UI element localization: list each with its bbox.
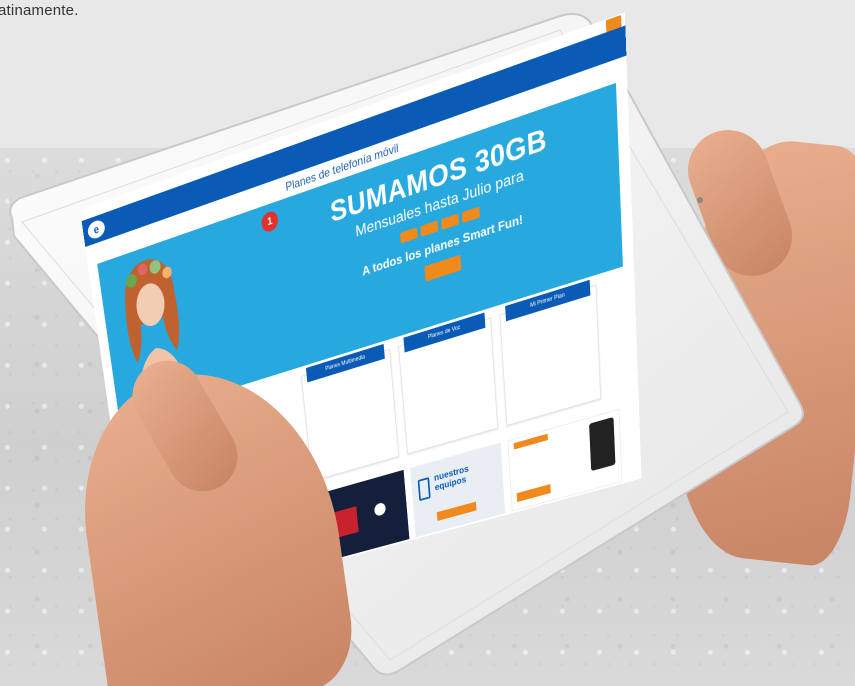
notification-badge: 1 <box>260 209 279 234</box>
plan-card[interactable]: Planes de Voz <box>398 312 499 455</box>
smartphone-image <box>589 416 616 472</box>
hero-cta-button[interactable] <box>424 254 462 282</box>
play-icon[interactable] <box>373 501 387 517</box>
plan-card[interactable]: Mi Primer Plan <box>499 279 602 426</box>
promo-equipment-button[interactable] <box>436 501 477 521</box>
phone-icon <box>417 477 431 502</box>
hero-chip <box>420 220 439 237</box>
promo-phone-button[interactable] <box>516 484 551 503</box>
site-logo[interactable]: e <box>86 218 106 241</box>
hero-chip <box>441 213 459 231</box>
hero-chip <box>400 227 419 244</box>
promo-tag <box>513 433 548 450</box>
promo-equipment-title: nuestros equipos <box>433 464 470 494</box>
camera-icon <box>697 197 703 203</box>
hero-chip <box>461 206 480 224</box>
